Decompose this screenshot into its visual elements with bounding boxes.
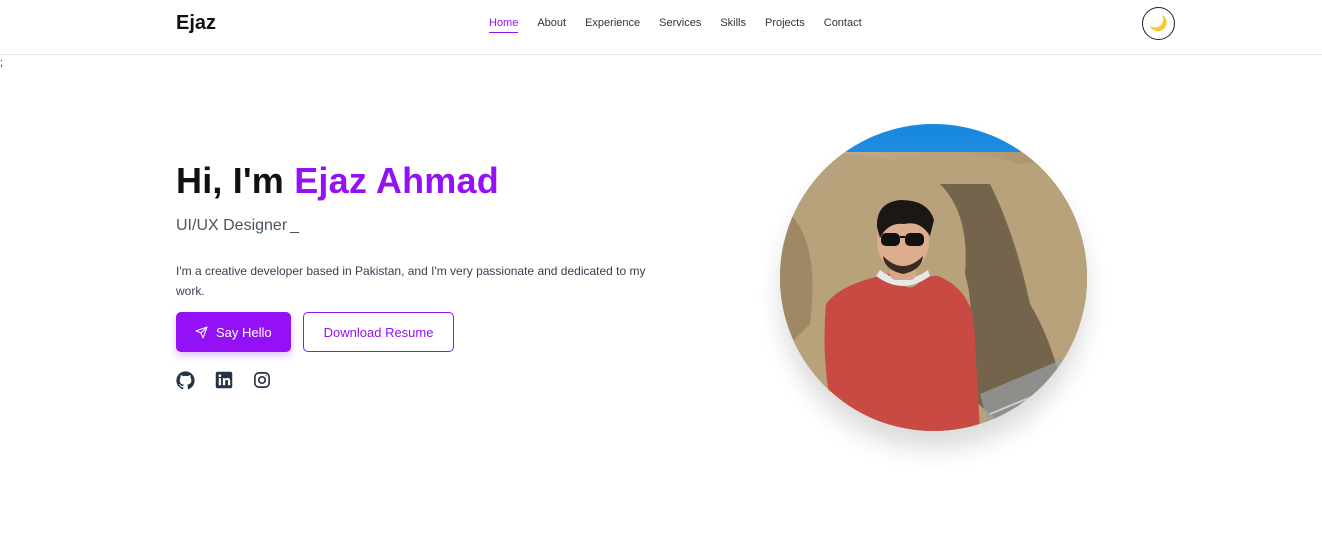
paper-plane-icon [195, 326, 208, 338]
nav-link-services[interactable]: Services [659, 17, 701, 33]
typing-caret: _ [290, 217, 300, 234]
profile-photo [780, 124, 1087, 431]
hero-intro: I'm a creative developer based in Pakist… [176, 264, 646, 298]
stray-text: ; [0, 57, 4, 69]
say-hello-label: Say Hello [216, 324, 272, 340]
hero-section: Hi, I'm Ejaz Ahmad UI/UX Designer _ I'm a… [176, 160, 676, 301]
nav-link-experience[interactable]: Experience [585, 17, 640, 33]
social-links [176, 371, 271, 390]
role-text: UI/UX Designer [176, 217, 288, 234]
nav-link-contact[interactable]: Contact [824, 17, 862, 33]
download-resume-label: Download Resume [323, 324, 434, 340]
download-resume-button[interactable]: Download Resume [302, 312, 455, 352]
top-navigation: Ejaz Home About Experience Services Skil… [0, 0, 1322, 55]
hero-name: Ejaz Ahmad [294, 160, 499, 201]
say-hello-button[interactable]: Say Hello [176, 312, 291, 352]
nav-link-projects[interactable]: Projects [765, 17, 805, 33]
nav-link-about[interactable]: About [537, 17, 566, 33]
nav-link-home[interactable]: Home [489, 17, 519, 33]
portrait-illustration [780, 124, 1087, 431]
instagram-icon[interactable] [253, 371, 271, 389]
github-icon[interactable] [176, 371, 195, 390]
linkedin-icon[interactable] [215, 371, 233, 389]
hero-greeting: Hi, I'm [176, 160, 284, 201]
hero-heading: Hi, I'm Ejaz Ahmad [176, 160, 676, 202]
theme-toggle-button[interactable]: 🌙 [1142, 7, 1175, 40]
nav-links: Home About Experience Services Skills Pr… [489, 17, 862, 33]
hero-role: UI/UX Designer _ [176, 217, 676, 235]
nav-link-skills[interactable]: Skills [720, 17, 746, 33]
brand-logo[interactable]: Ejaz [176, 12, 216, 35]
moon-icon: 🌙 [1149, 15, 1168, 32]
hero-actions: Say Hello Download Resume [176, 312, 455, 352]
